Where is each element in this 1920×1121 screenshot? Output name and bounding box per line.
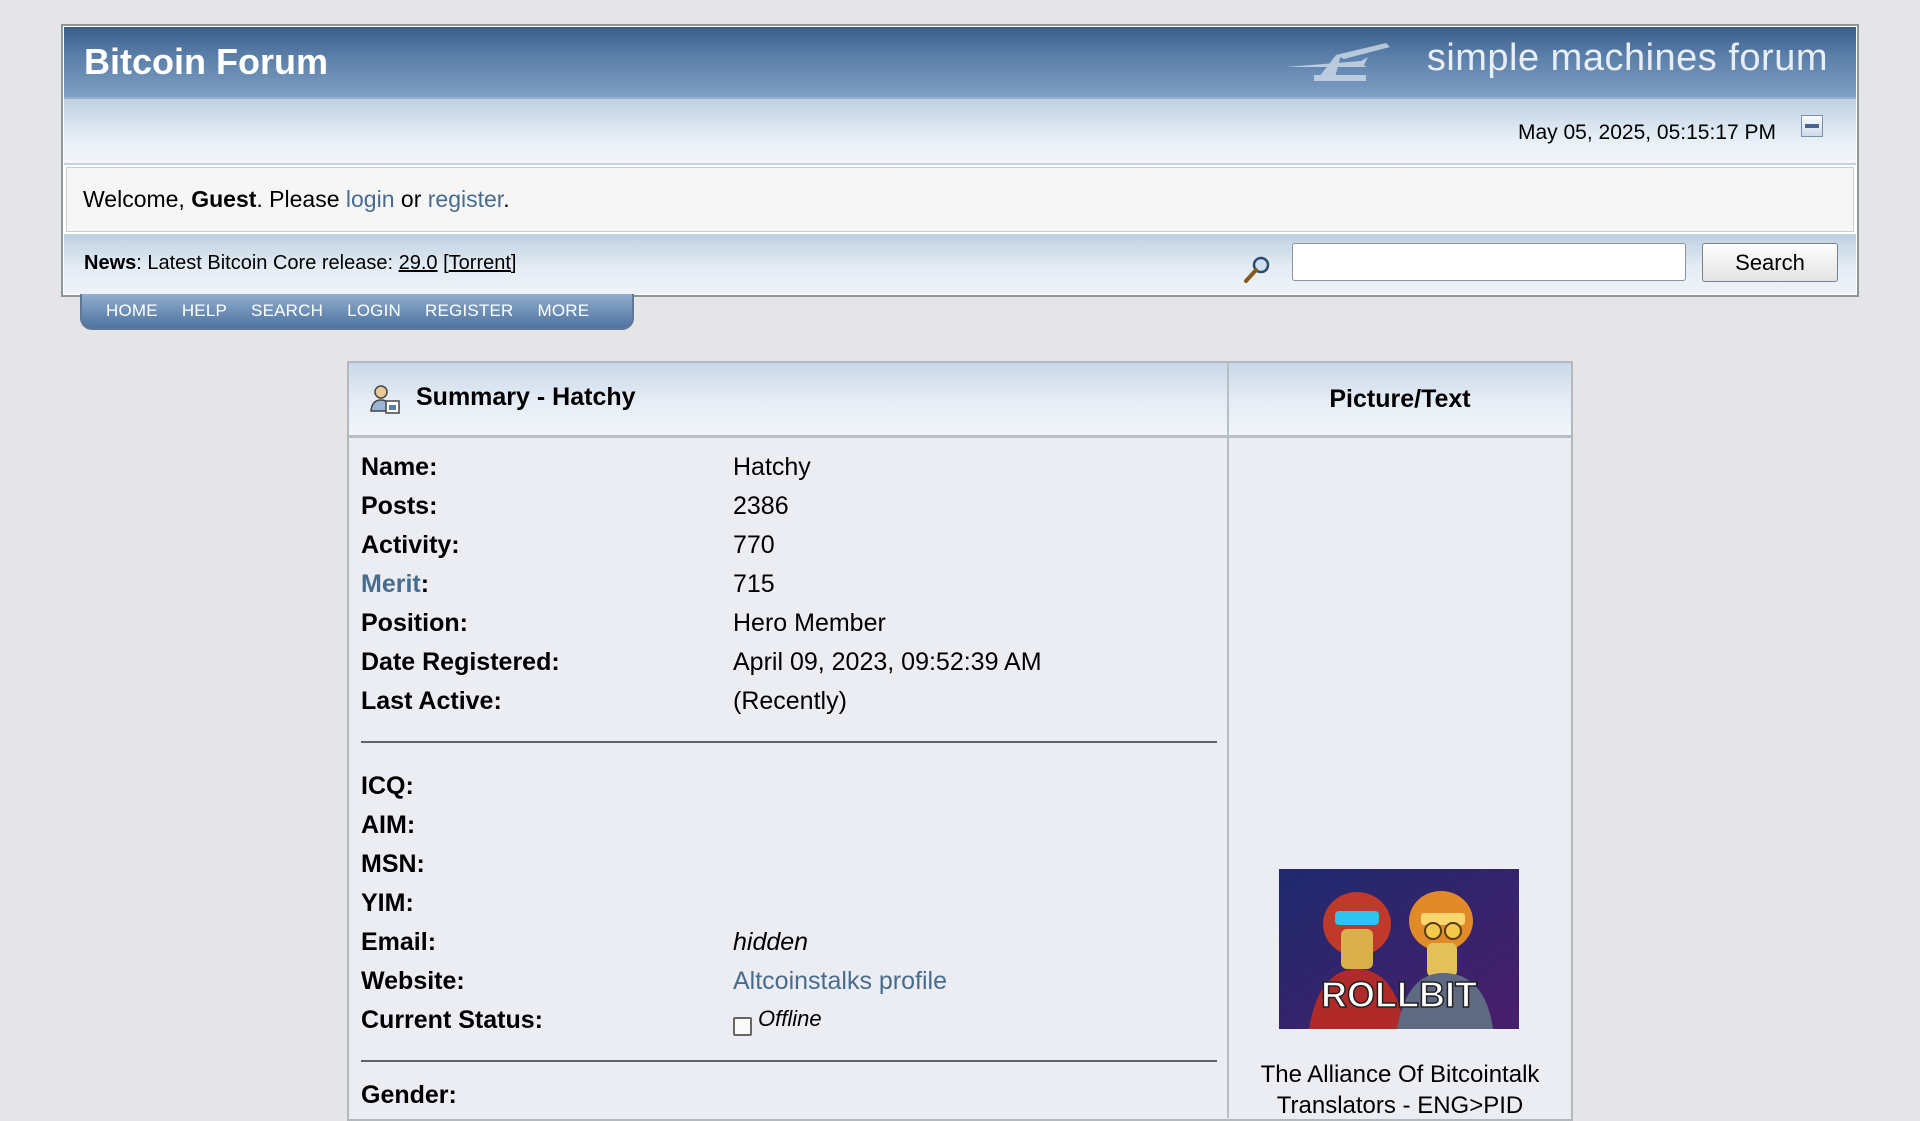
position-label: Position:	[361, 609, 468, 637]
profile-icon	[370, 385, 400, 414]
news-bar: News: Latest Bitcoin Core release: 29.0 …	[64, 234, 1856, 294]
gender-label: Gender:	[361, 1081, 457, 1109]
row-email: Email: hidden	[361, 923, 1215, 962]
merit-link[interactable]: Merit	[361, 570, 421, 598]
activity-label: Activity:	[361, 531, 460, 559]
torrent-close: ]	[510, 252, 517, 274]
welcome-message: Welcome, Guest. Please login or register…	[66, 167, 1854, 232]
avatar: ROLLBIT	[1279, 869, 1519, 1029]
summary-header: Summary - Hatchy	[349, 363, 1229, 435]
register-link[interactable]: register	[428, 186, 503, 212]
current-status-value: Offline	[758, 1005, 822, 1031]
collapse-icon[interactable]	[1801, 115, 1823, 137]
news-text: : Latest Bitcoin Core release:	[136, 252, 399, 274]
posts-value: 2386	[733, 492, 789, 520]
guest-name: Guest	[191, 186, 257, 212]
row-icq: ICQ:	[361, 767, 1215, 806]
merit-label: Merit:	[361, 570, 430, 598]
row-last-active: Last Active: (Recently)	[361, 682, 1215, 721]
avatar-logo-text: ROLLBIT	[1321, 974, 1477, 1015]
row-gender: Gender:	[361, 1076, 1215, 1115]
login-link[interactable]: login	[346, 186, 395, 212]
activity-value: 770	[733, 531, 775, 559]
search-button[interactable]: Search	[1702, 243, 1838, 282]
email-value: hidden	[733, 928, 809, 956]
posts-label: Posts:	[361, 492, 438, 520]
email-label: Email:	[361, 928, 437, 956]
menu-login[interactable]: LOGIN	[347, 301, 401, 321]
news: News: Latest Bitcoin Core release: 29.0 …	[84, 252, 516, 275]
profile-details: Name: Hatchy Posts: 2386 Activity: 770 Meri…	[349, 438, 1229, 1118]
row-posts: Posts: 2386	[361, 487, 1215, 526]
website-label: Website:	[361, 967, 465, 995]
row-msn: MSN:	[361, 845, 1215, 884]
row-name: Name: Hatchy	[361, 448, 1215, 487]
icq-label: ICQ:	[361, 772, 414, 800]
merit-value: 715	[733, 570, 775, 598]
welcome-please: . Please	[256, 186, 346, 212]
main-menu: HOME HELP SEARCH LOGIN REGISTER MORE	[80, 294, 634, 330]
yim-label: YIM:	[361, 889, 414, 917]
personal-text: The Alliance Of Bitcointalk Translators …	[1229, 1059, 1571, 1121]
name-label: Name:	[361, 453, 438, 481]
user-bar: May 05, 2025, 05:15:17 PM	[64, 99, 1856, 165]
current-status-label: Current Status:	[361, 1006, 543, 1034]
name-value: Hatchy	[733, 453, 811, 481]
row-merit: Merit: 715	[361, 565, 1215, 604]
search-input[interactable]	[1292, 243, 1686, 281]
version-link[interactable]: 29.0	[399, 252, 438, 274]
menu-more[interactable]: MORE	[538, 301, 590, 321]
personal-text-line-1: The Alliance Of Bitcointalk	[1260, 1061, 1540, 1088]
position-value: Hero Member	[733, 609, 886, 637]
menu-help[interactable]: HELP	[182, 301, 227, 321]
forum-header-frame: Bitcoin Forum simple machines forum May …	[61, 24, 1859, 297]
row-position: Position: Hero Member	[361, 604, 1215, 643]
menu-search[interactable]: SEARCH	[251, 301, 323, 321]
profile-body: Name: Hatchy Posts: 2386 Activity: 770 Meri…	[349, 438, 1571, 1121]
title-bar: Bitcoin Forum simple machines forum	[64, 27, 1856, 99]
magnifier-icon	[1244, 256, 1270, 283]
msn-label: MSN:	[361, 850, 425, 878]
date-registered-value: April 09, 2023, 09:52:39 AM	[733, 648, 1042, 676]
row-current-status: Current Status: Offline	[361, 1001, 1215, 1040]
row-yim: YIM:	[361, 884, 1215, 923]
profile-header: Summary - Hatchy Picture/Text	[349, 363, 1571, 438]
picture-text-header: Picture/Text	[1329, 385, 1471, 413]
menu-register[interactable]: REGISTER	[425, 301, 514, 321]
news-label: News	[84, 252, 137, 274]
divider	[361, 741, 1217, 743]
row-aim: AIM:	[361, 806, 1215, 845]
current-datetime: May 05, 2025, 05:15:17 PM	[1518, 121, 1776, 144]
row-activity: Activity: 770	[361, 526, 1215, 565]
forum-title[interactable]: Bitcoin Forum	[84, 41, 328, 83]
last-active-value: (Recently)	[733, 687, 847, 715]
welcome-end: .	[503, 186, 510, 212]
torrent-link[interactable]: Torrent	[449, 252, 511, 274]
smf-logo-text: simple machines forum	[1426, 37, 1828, 79]
divider-2	[361, 1060, 1217, 1062]
welcome-prefix: Welcome,	[83, 186, 192, 212]
menu-home[interactable]: HOME	[106, 301, 158, 321]
picture-text-cell: ROLLBIT The Alliance Of Bitcointalk Tran…	[1229, 438, 1571, 1121]
personal-text-line-2: Translators - ENG>PID	[1276, 1092, 1524, 1119]
welcome-or: or	[394, 186, 428, 212]
torrent-open: [	[437, 252, 449, 274]
row-website: Website: Altcoinstalks profile	[361, 962, 1215, 1001]
summary-title: Summary - Hatchy	[416, 383, 636, 411]
aim-label: AIM:	[361, 811, 416, 839]
row-date-registered: Date Registered: April 09, 2023, 09:52:39…	[361, 643, 1215, 682]
last-active-label: Last Active:	[361, 687, 502, 715]
date-registered-label: Date Registered:	[361, 648, 560, 676]
offline-status-icon	[733, 1016, 752, 1036]
profile-table: Summary - Hatchy Picture/Text Name: Hatch…	[347, 361, 1573, 1121]
website-link[interactable]: Altcoinstalks profile	[733, 967, 947, 995]
